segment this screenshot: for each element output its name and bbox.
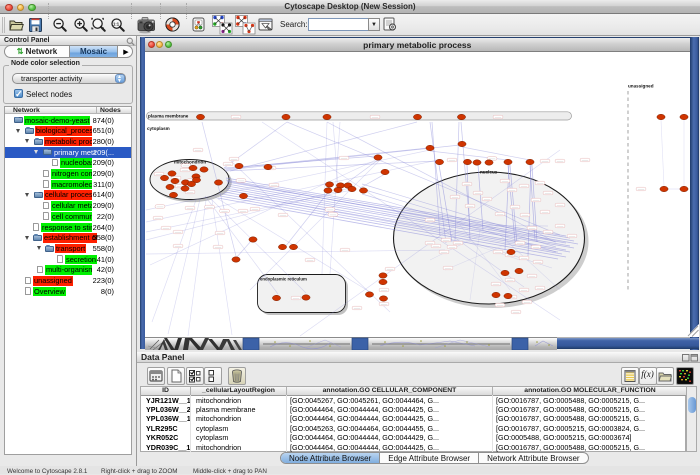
svg-text:unassigned: unassigned <box>628 84 654 89</box>
svg-text:plasma membrane: plasma membrane <box>148 114 189 119</box>
svg-text:nucleus: nucleus <box>480 170 498 175</box>
svg-text:1:1: 1:1 <box>113 21 120 26</box>
svg-text:cytoplasm: cytoplasm <box>147 126 170 131</box>
